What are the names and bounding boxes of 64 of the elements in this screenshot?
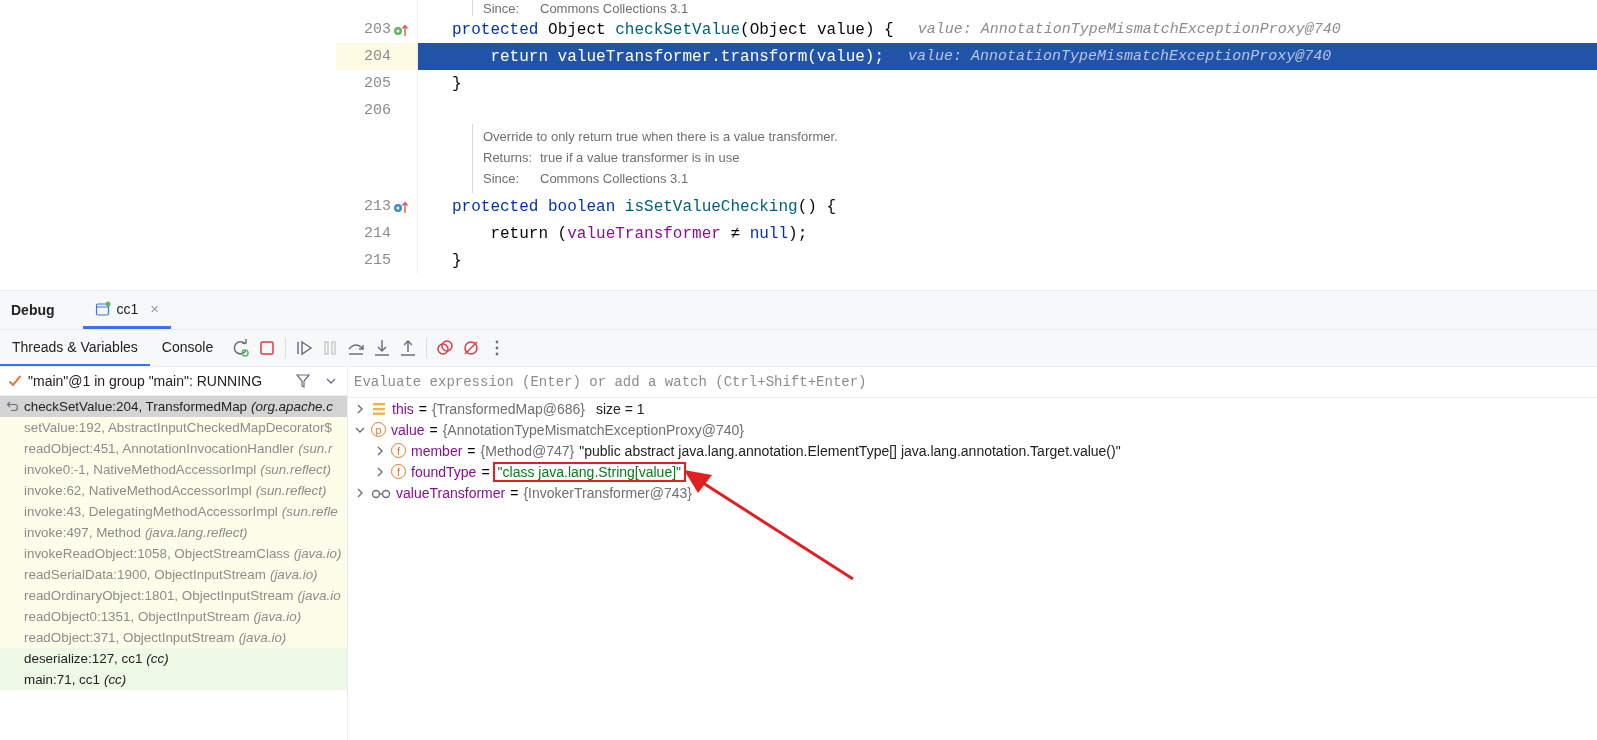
doc-line: Returns: true if a value transformer is in use [483,149,741,167]
equals-sign: = [481,463,490,480]
stack-frame[interactable]: main:71, cc1 (cc) [0,669,347,690]
size-label: size = 1 [596,400,645,417]
variable-name: value [391,421,425,438]
list-icon [371,400,387,417]
inline-value-hint: value: AnnotationTypeMismatchExceptionProxy@740 [908,48,1332,65]
stack-frame[interactable]: readOrdinaryObject:1801, ObjectInputStream (java.io [0,585,347,606]
line-number: 214 [363,225,391,242]
equals-sign: = [467,442,476,459]
stack-frame[interactable]: invoke:62, NativeMethodAccessorImpl (sun.reflect) [0,480,347,501]
variable-name: valueTransformer [396,484,506,501]
stack-frame[interactable]: readSerialData:1900, ObjectInputStream (java.io) [0,564,347,585]
breakpoints-icon[interactable] [435,338,456,358]
check-icon [8,374,22,388]
variable-value: {InvokerTransformer@743} [523,484,692,501]
line-number: 203 [363,21,391,38]
variable-value: {TransformedMap@686} [432,400,585,417]
rerun-icon[interactable] [231,338,252,358]
line-number: 206 [363,102,391,119]
override-marker-icon[interactable] [393,22,409,37]
variable-name: member [411,442,463,459]
stack-frame[interactable]: invoke:43, DelegatingMethodAccessorImpl (sun.refle [0,501,347,522]
view-tab[interactable]: Console [149,330,226,366]
return-arrow-icon [6,400,19,413]
thread-selector[interactable]: "main"@1 in group "main": RUNNING [28,373,289,389]
doc-line: Since: Commons Collections 3.1 [483,170,690,188]
variable-name: this [392,400,414,417]
line-number: 204 [363,48,391,65]
inline-value-hint: value: AnnotationTypeMismatchExceptionProxy@740 [917,21,1341,38]
override-marker-icon[interactable] [393,199,409,214]
run-tab[interactable]: cc1 × [82,291,172,329]
code-line: protected Object checkSetValue(Object value) { [452,20,894,39]
window-icon [94,300,111,317]
line-number: 205 [363,75,391,92]
code-line: return valueTransformer.transform(value); [489,47,885,66]
doc-line: Since: Commons Collections 3.1 [483,0,689,16]
code-line: } [452,74,462,93]
resume-icon[interactable] [294,338,315,358]
code-line: protected boolean isSetValueChecking() { [452,197,837,216]
doc-line: Override to only return true when there is a value transformer. [483,128,838,146]
panel-title: Debug [10,301,56,320]
code-line: return (valueTransformer ≠ null); [489,224,808,243]
equals-sign: = [418,400,427,417]
variable-name: foundType [411,463,477,480]
variable-value: {AnnotationTypeMismatchExceptionProxy@740} [442,421,745,438]
highlighted-string-value: "class java.lang.String[value]" [494,463,685,480]
equals-sign: = [510,484,519,501]
string-value: "public abstract java.lang.annotation.ElementType[] java.lang.annotation.Target.value()" [579,442,1121,459]
equals-sign: = [429,421,438,438]
stack-frame[interactable]: invokeReadObject:1058, ObjectStreamClass (java.io) [0,543,347,564]
stack-frame[interactable]: setValue:192, AbstractInputCheckedMapDecorator$ [0,417,347,438]
stack-frame[interactable]: invoke0:-1, NativeMethodAccessorImpl (sun.reflect) [0,459,347,480]
stack-frame[interactable]: readObject:451, AnnotationInvocationHandler (sun.r [0,438,347,459]
stack-frame[interactable]: deserialize:127, cc1 (cc) [0,648,347,669]
line-number: 213 [363,198,391,215]
variable-value: {Method@747} [480,442,575,459]
filter-icon[interactable] [295,373,311,389]
line-number: 215 [363,252,391,269]
stack-frame[interactable]: checkSetValue:204, TransformedMap (org.apache.c [0,396,347,417]
stack-frame[interactable]: invoke:497, Method (java.lang.reflect) [0,522,347,543]
stack-frame[interactable]: readObject:371, ObjectInputStream (java.io) [0,627,347,648]
code-line: } [452,251,462,270]
stack-frame[interactable]: readObject0:1351, ObjectInputStream (java.io) [0,606,347,627]
